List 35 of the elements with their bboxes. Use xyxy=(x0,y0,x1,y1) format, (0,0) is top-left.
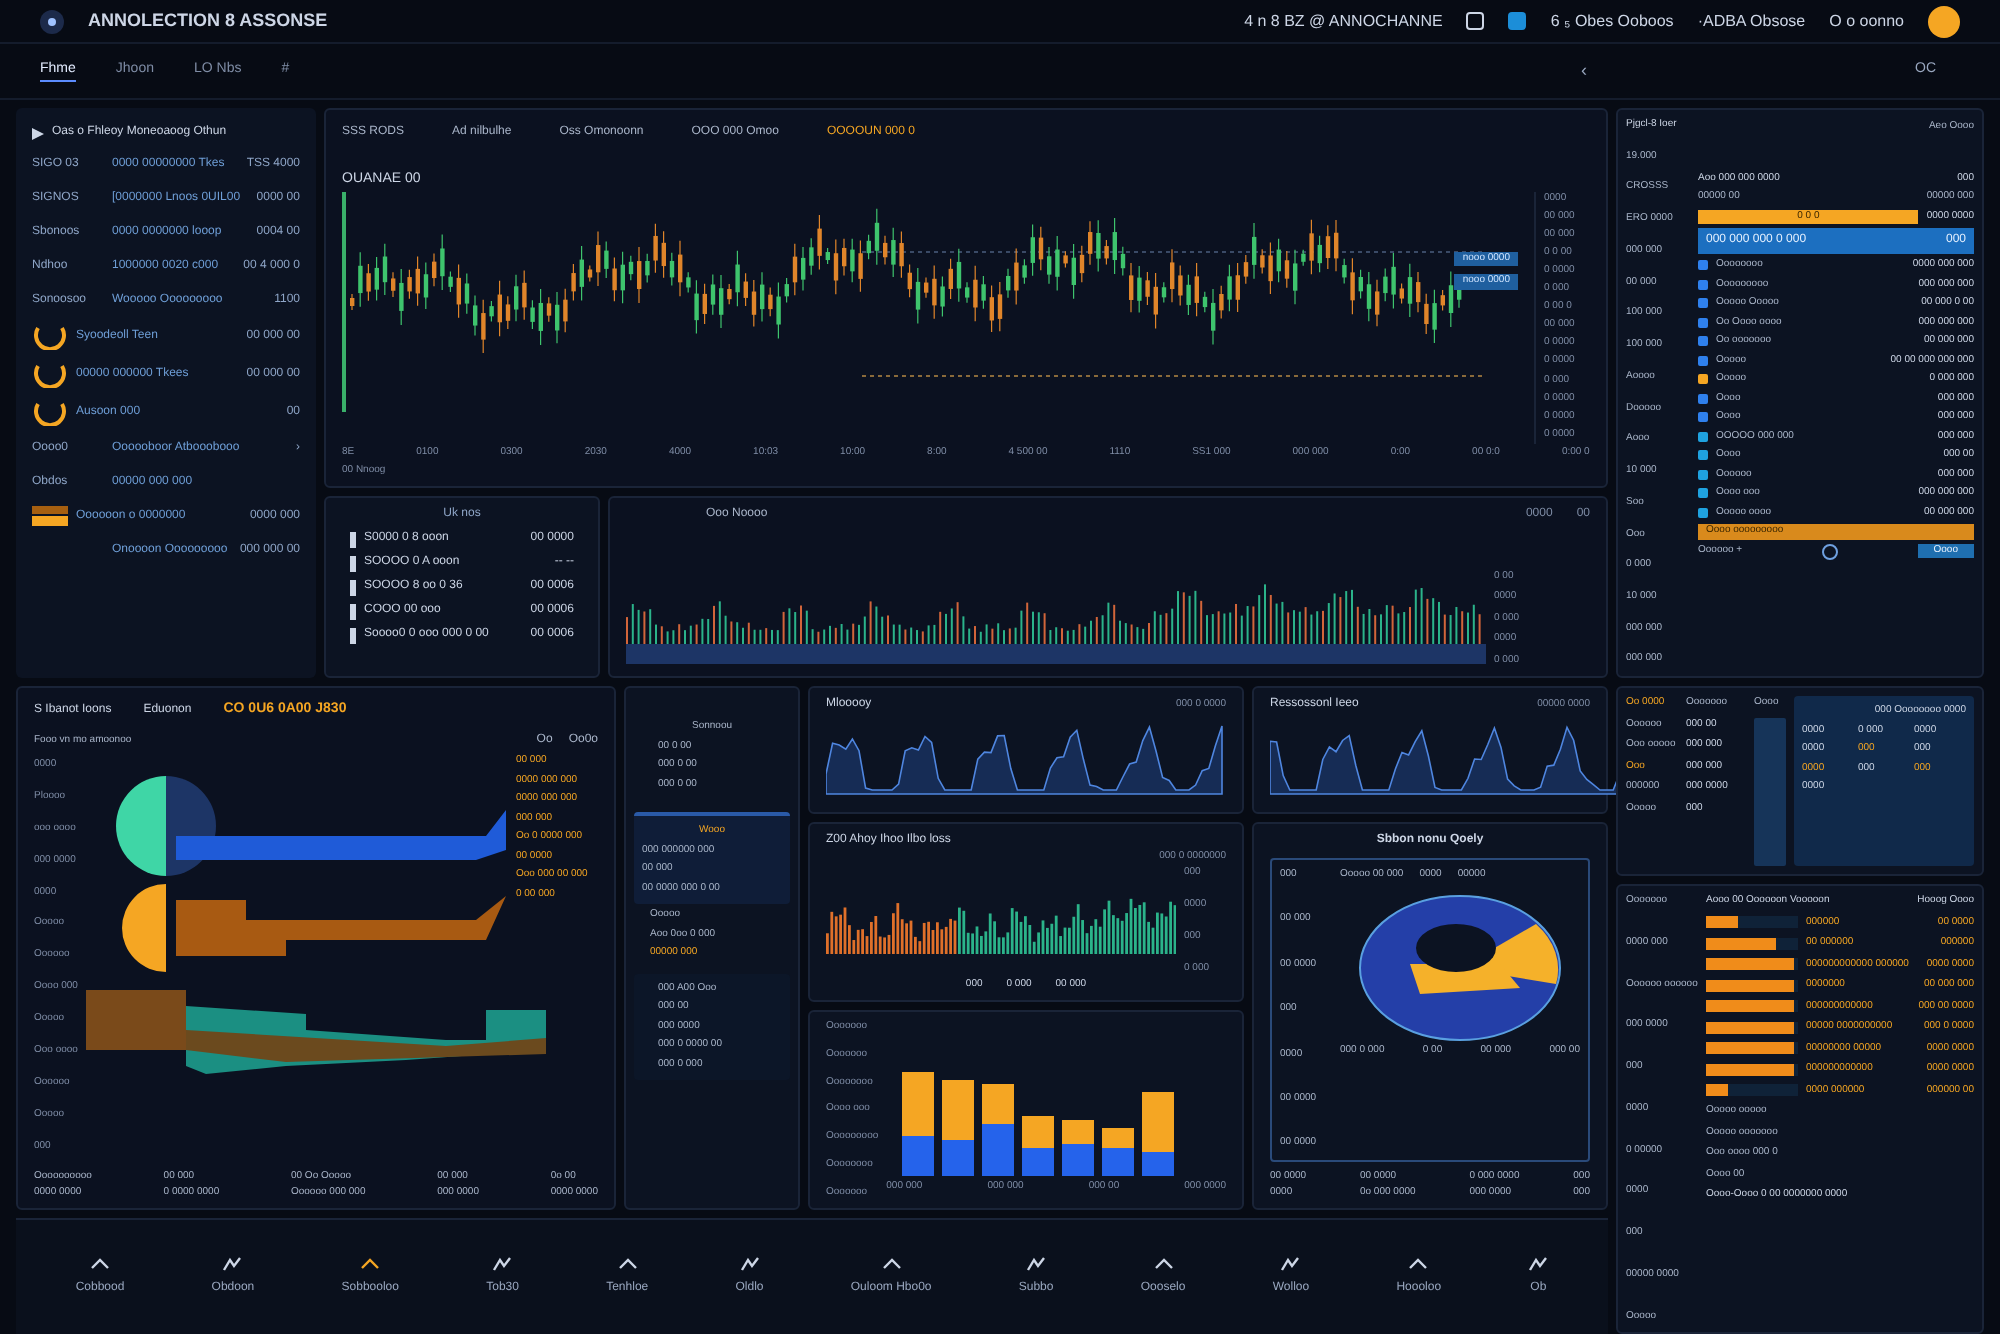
bar-segment xyxy=(1022,1148,1055,1176)
avatar[interactable] xyxy=(1928,5,1960,37)
bar-segment xyxy=(1102,1128,1135,1148)
bar-segment xyxy=(1062,1120,1095,1144)
back-button[interactable]: ‹ xyxy=(1581,57,1587,85)
gauge-icon xyxy=(32,360,68,388)
play-icon xyxy=(32,127,44,139)
line-chart-icon[interactable] xyxy=(1026,1256,1047,1272)
caret-icon[interactable] xyxy=(1408,1256,1429,1272)
line-chart-icon[interactable] xyxy=(1528,1256,1549,1272)
bar-segment xyxy=(982,1084,1015,1124)
bar-segment xyxy=(1022,1116,1055,1148)
caret-icon[interactable] xyxy=(617,1256,638,1272)
bar-segment xyxy=(982,1124,1015,1176)
app-title: ANNOLECTION 8 ASSONSE xyxy=(88,7,328,34)
gauge-icon xyxy=(32,322,68,350)
line-chart-icon[interactable] xyxy=(739,1256,760,1272)
caret-icon[interactable] xyxy=(89,1256,110,1272)
settings-icon xyxy=(1821,543,1838,559)
line-chart-icon[interactable] xyxy=(1280,1256,1301,1272)
bar-segment xyxy=(1102,1148,1135,1176)
flow-block xyxy=(85,990,186,1050)
caret-icon[interactable] xyxy=(360,1256,381,1272)
status-text: O o oonno xyxy=(1829,9,1904,33)
caret-icon[interactable] xyxy=(1153,1256,1174,1272)
logo-icon xyxy=(40,9,64,33)
line-chart-icon[interactable] xyxy=(222,1256,243,1272)
bar-icon xyxy=(32,506,68,526)
status-text: ·ADBA Obsose xyxy=(1697,9,1806,33)
caret-icon[interactable] xyxy=(881,1256,902,1272)
gauge-icon xyxy=(32,398,68,426)
line-chart-icon[interactable] xyxy=(492,1256,513,1272)
status-text: 6 ₅ Obes Ooboos xyxy=(1550,9,1674,33)
status-text: 4 n 8 BZ @ ANNOCHANNE xyxy=(1244,9,1443,33)
bar-segment xyxy=(1062,1144,1095,1176)
